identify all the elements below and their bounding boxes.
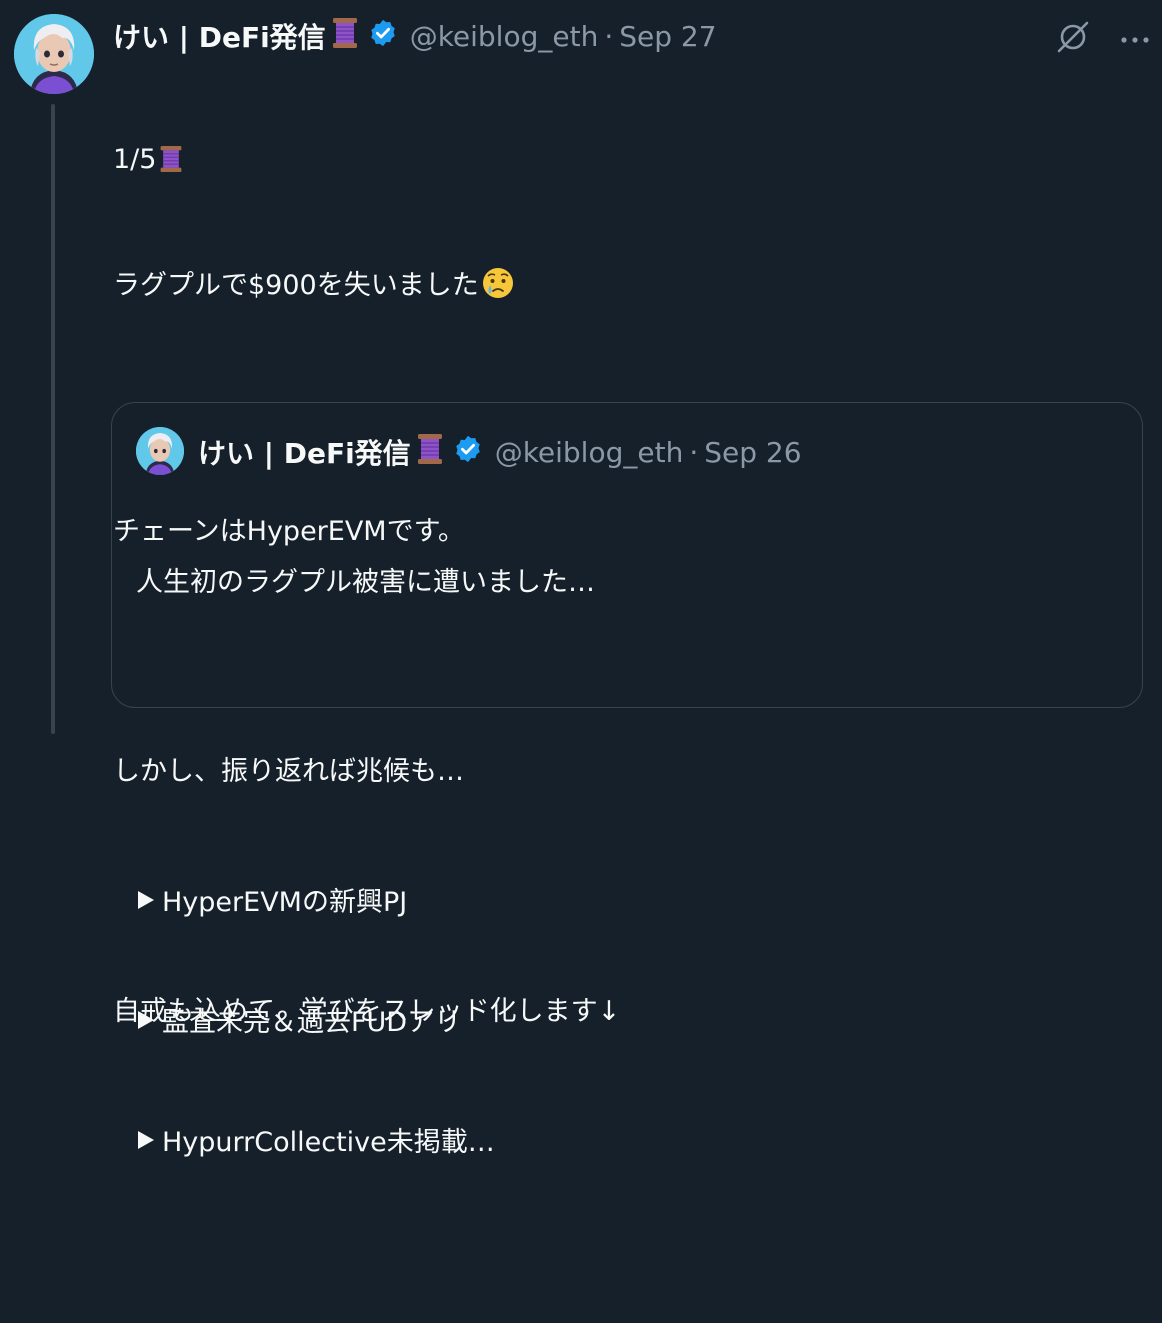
- quoted-tweet-text: 人生初のラグプル被害に遭いました… HyperEVMの新興PJ 監査未完＆過去F…: [136, 483, 1116, 1323]
- tweet-actions-top: [1054, 18, 1150, 60]
- quoted-author-avatar[interactable]: [136, 427, 184, 475]
- author-handle[interactable]: @keiblog_eth: [410, 20, 599, 53]
- verified-badge-icon: [453, 434, 483, 471]
- thread-spool-emoji: [330, 16, 360, 57]
- list-item: 監査未完＆過去FUDアリ: [136, 1003, 1116, 1043]
- tweet-date[interactable]: Sep 27: [619, 20, 716, 53]
- avatar-illustration: [14, 14, 94, 94]
- header-separator: ·: [689, 435, 699, 469]
- tweet-line: ラグプルで$900を失いました: [113, 266, 1113, 312]
- quoted-author-name: けい | DeFi発信: [198, 437, 411, 470]
- grok-icon[interactable]: [1054, 18, 1092, 60]
- thread-spool-emoji: [415, 432, 445, 473]
- more-icon[interactable]: [1120, 30, 1150, 49]
- play-triangle-icon: [136, 1003, 156, 1043]
- play-triangle-icon: [136, 883, 156, 923]
- list-item: HypurrCollective未掲載…: [136, 1123, 1116, 1163]
- header-separator: ·: [604, 19, 614, 53]
- quoted-author-handle: @keiblog_eth: [494, 435, 684, 469]
- crying-face-emoji: [481, 266, 515, 312]
- quoted-tweet-header: けい | DeFi発信 @keiblog_eth · Sep 26: [198, 429, 802, 475]
- thread-connector-line: [51, 104, 55, 734]
- avatar-illustration: [136, 427, 184, 475]
- tweet-line: 1/5: [113, 140, 1113, 186]
- thread-spool-emoji: [158, 144, 184, 186]
- author-avatar[interactable]: [14, 14, 94, 94]
- quoted-tweet-card[interactable]: けい | DeFi発信 @keiblog_eth · Sep 26 人生初のラグ…: [111, 402, 1143, 1158]
- quoted-bullet-list: HyperEVMの新興PJ 監査未完＆過去FUDアリ HypurrCollect…: [136, 803, 1116, 1243]
- tweet-header: けい | DeFi発信 @keiblog_eth · Sep 27: [113, 14, 717, 58]
- quoted-tweet-date: Sep 26: [704, 435, 802, 469]
- quoted-intro: 人生初のラグプル被害に遭いました…: [136, 567, 595, 598]
- play-triangle-icon: [136, 1123, 156, 1163]
- author-name[interactable]: けい | DeFi発信: [113, 16, 326, 56]
- verified-badge-icon[interactable]: [368, 18, 398, 55]
- list-item: HyperEVMの新興PJ: [136, 883, 1116, 923]
